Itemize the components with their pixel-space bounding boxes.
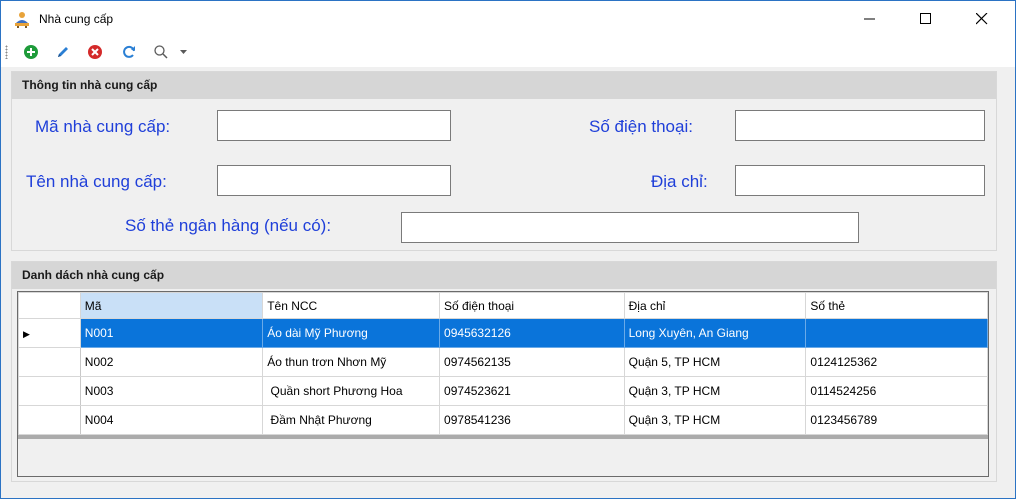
column-header-so-the[interactable]: Số thẻ: [805, 292, 988, 319]
table-header-row: Mã Tên NCC Số điện thoại Địa chỉ Số thẻ: [18, 292, 988, 319]
address-label: Địa chỉ:: [651, 172, 708, 191]
phone-input[interactable]: [735, 110, 985, 141]
dropdown-arrow-icon: [180, 50, 187, 54]
cell-ten-ncc[interactable]: Quần short Phương Hoa: [262, 376, 441, 406]
add-button[interactable]: [21, 42, 41, 62]
title-bar: Nhà cung cấp: [1, 1, 1015, 37]
supplier-name-input[interactable]: [217, 165, 451, 196]
cell-so-the[interactable]: 0124125362: [805, 347, 988, 377]
row-indicator[interactable]: ▶: [18, 318, 81, 348]
supplier-list-header: Danh dách nhà cung cấp: [12, 262, 996, 289]
edit-pencil-icon: [58, 47, 68, 57]
row-selected-arrow-icon: ▶: [23, 329, 30, 339]
minimize-icon: [864, 18, 875, 20]
supplier-name-label: Tên nhà cung cấp:: [26, 172, 167, 191]
maximize-icon: [920, 13, 931, 24]
toolbar: [1, 37, 1015, 67]
column-header-ma[interactable]: Mã: [79, 292, 264, 319]
search-icon: [154, 45, 168, 59]
table-row[interactable]: ▶ N001 Áo dài Mỹ Phương 0945632126 Long …: [18, 318, 988, 348]
row-indicator[interactable]: [18, 376, 81, 406]
column-header-ten-ncc[interactable]: Tên NCC: [262, 292, 441, 319]
cell-so-dien-thoai[interactable]: 0945632126: [439, 318, 625, 348]
row-indicator[interactable]: [18, 347, 81, 377]
table-row[interactable]: N002 Áo thun trơn Nhơn Mỹ 0974562135 Quậ…: [18, 347, 988, 377]
edit-button[interactable]: [53, 42, 73, 62]
minimize-button[interactable]: [847, 1, 893, 37]
cell-ma[interactable]: N001: [79, 318, 264, 348]
row-header-corner[interactable]: [18, 292, 81, 319]
cell-ten-ncc[interactable]: Áo dài Mỹ Phương: [262, 318, 441, 348]
close-icon: [976, 13, 988, 25]
cell-ten-ncc[interactable]: Đầm Nhật Phương: [262, 405, 441, 435]
phone-label: Số điện thoại:: [589, 117, 693, 136]
cell-so-dien-thoai[interactable]: 0978541236: [439, 405, 625, 435]
cell-so-dien-thoai[interactable]: 0974523621: [439, 376, 625, 406]
cell-ma[interactable]: N004: [79, 405, 264, 435]
delete-button[interactable]: [85, 42, 105, 62]
supplier-table: Mã Tên NCC Số điện thoại Địa chỉ Số thẻ …: [18, 292, 988, 435]
bank-card-label: Số thẻ ngân hàng (nếu có):: [125, 216, 332, 235]
refresh-icon: [123, 45, 135, 58]
cell-ma[interactable]: N003: [79, 376, 264, 406]
column-header-dia-chi[interactable]: Địa chỉ: [623, 292, 807, 319]
cell-dia-chi[interactable]: Quận 5, TP HCM: [623, 347, 807, 377]
supplier-code-input[interactable]: [217, 110, 451, 141]
cell-so-the[interactable]: 0114524256: [805, 376, 988, 406]
cell-ma[interactable]: N002: [79, 347, 264, 377]
row-indicator[interactable]: [18, 405, 81, 435]
cell-dia-chi[interactable]: Quận 3, TP HCM: [623, 405, 807, 435]
supplier-window: Nhà cung cấp Thông tin nhà cung cấp Mã n…: [0, 0, 1016, 499]
cell-so-the[interactable]: 0123456789: [805, 405, 988, 435]
supplier-info-header: Thông tin nhà cung cấp: [12, 72, 996, 99]
cell-dia-chi[interactable]: Long Xuyên, An Giang: [623, 318, 807, 348]
cell-ten-ncc[interactable]: Áo thun trơn Nhơn Mỹ: [262, 347, 441, 377]
search-dropdown-button[interactable]: [177, 42, 191, 62]
add-icon: [24, 45, 38, 59]
cell-so-the[interactable]: [805, 318, 988, 348]
supplier-person-icon: [13, 11, 31, 29]
supplier-code-label: Mã nhà cung cấp:: [35, 117, 171, 136]
table-row[interactable]: N004 Đầm Nhật Phương 0978541236 Quận 3, …: [18, 405, 988, 435]
table-row[interactable]: N003 Quần short Phương Hoa 0974523621 Qu…: [18, 376, 988, 406]
maximize-button[interactable]: [903, 1, 949, 37]
cell-so-dien-thoai[interactable]: 0974562135: [439, 347, 625, 377]
bank-card-input[interactable]: [401, 212, 859, 243]
close-button[interactable]: [959, 1, 1005, 37]
search-button[interactable]: [151, 42, 171, 62]
delete-icon: [88, 45, 102, 59]
window-title: Nhà cung cấp: [39, 12, 114, 26]
address-input[interactable]: [735, 165, 985, 196]
refresh-button[interactable]: [119, 42, 139, 62]
column-header-so-dien-thoai[interactable]: Số điện thoại: [439, 292, 625, 319]
grid-empty-area: [18, 439, 988, 476]
cell-dia-chi[interactable]: Quận 3, TP HCM: [623, 376, 807, 406]
toolbar-grip[interactable]: [5, 45, 8, 59]
supplier-data-grid[interactable]: Mã Tên NCC Số điện thoại Địa chỉ Số thẻ …: [17, 291, 989, 477]
